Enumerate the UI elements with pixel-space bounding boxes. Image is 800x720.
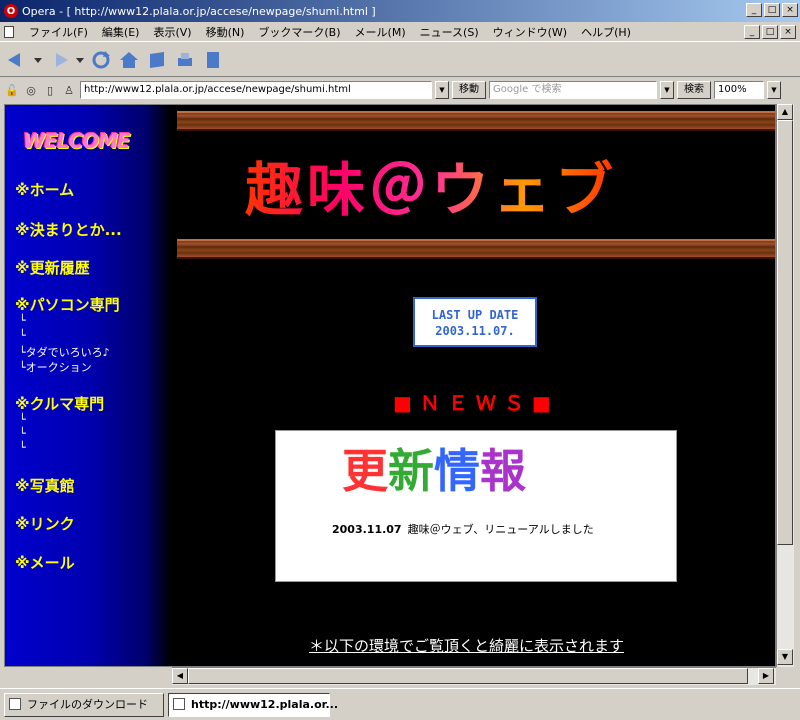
menu-help[interactable]: ヘルプ(H) — [574, 24, 638, 40]
back-icon[interactable] — [6, 49, 28, 71]
menu-window[interactable]: ウィンドウ(W) — [486, 24, 574, 40]
nav-home[interactable]: ※ホーム — [15, 179, 74, 200]
menu-file[interactable]: ファイル(F) — [22, 24, 95, 40]
menu-navigate[interactable]: 移動(N) — [199, 24, 252, 40]
car-subitem[interactable]: └ — [19, 427, 26, 440]
nav-car[interactable]: ※クルマ専門 — [15, 393, 104, 414]
address-dropdown-icon[interactable]: ▼ — [435, 81, 449, 99]
mdi-minimize-button[interactable]: _ — [744, 25, 760, 39]
back-dropdown-icon[interactable] — [34, 49, 42, 71]
car-subitem[interactable]: └ — [19, 413, 26, 426]
welcome-logo: WELCOME — [23, 129, 131, 153]
nav-photos[interactable]: ※写真館 — [15, 475, 75, 496]
news-text: 趣味＠ウェブ、リニューアルしました — [407, 523, 594, 536]
wood-divider-top — [177, 111, 775, 131]
minimize-button[interactable]: _ — [746, 3, 762, 17]
nav-links[interactable]: ※リンク — [15, 513, 75, 534]
wood-divider-bottom — [177, 239, 775, 259]
page-icon — [173, 698, 185, 710]
maximize-button[interactable]: □ — [764, 3, 780, 17]
zoom-dropdown-icon[interactable]: ▼ — [767, 81, 781, 99]
mdi-close-button[interactable]: × — [780, 25, 796, 39]
scroll-up-icon[interactable]: ▲ — [777, 104, 793, 120]
update-info-banner: 更新情報 — [342, 444, 526, 498]
pc-subitem-auction[interactable]: └オークション — [19, 359, 92, 375]
camera-icon[interactable]: ◎ — [23, 82, 39, 98]
site-logo: 趣味＠ウェブ — [245, 143, 617, 227]
document-icon[interactable] — [4, 25, 14, 38]
menu-bookmarks[interactable]: ブックマーク(B) — [251, 24, 347, 40]
window-title: Opera - [ http://www12.plala.or.jp/acces… — [22, 4, 376, 18]
bookmarks-icon[interactable] — [146, 49, 168, 71]
close-button[interactable]: × — [782, 3, 798, 17]
download-icon — [9, 698, 21, 710]
address-bar: 🔓 ◎ ▯ ♙ http://www12.plala.or.jp/accese/… — [0, 78, 800, 102]
tab-downloads[interactable]: ファイルのダウンロード — [4, 693, 164, 717]
menu-view[interactable]: 表示(V) — [146, 24, 198, 40]
menu-edit[interactable]: 編集(E) — [95, 24, 147, 40]
vertical-scroll-thumb[interactable] — [777, 120, 793, 545]
horizontal-scroll-thumb[interactable] — [188, 668, 748, 684]
toolbar — [0, 43, 800, 77]
news-date: 2003.11.07 — [332, 523, 402, 536]
vertical-scrollbar[interactable]: ▲ ▼ — [776, 104, 794, 667]
home-icon[interactable] — [118, 49, 140, 71]
title-bar: O Opera - [ http://www12.plala.or.jp/acc… — [0, 0, 800, 22]
scroll-right-icon[interactable]: ▶ — [758, 668, 774, 684]
last-update-box: LAST UP DATE 2003.11.07. — [413, 297, 537, 347]
nav-mail[interactable]: ※メール — [15, 552, 75, 573]
status-bar: ファイルのダウンロード http://www12.plala.or... — [0, 688, 800, 720]
pc-subitem-free[interactable]: └タダでいろいろ♪ — [19, 344, 110, 360]
menu-news[interactable]: ニュース(S) — [413, 24, 486, 40]
last-update-date: 2003.11.07. — [435, 324, 515, 338]
search-input[interactable]: Google で検索 — [489, 81, 657, 99]
forward-icon[interactable] — [48, 49, 70, 71]
user-icon[interactable]: ♙ — [61, 82, 77, 98]
opera-icon: O — [4, 4, 18, 18]
menu-bar: ファイル(F) 編集(E) 表示(V) 移動(N) ブックマーク(B) メール(… — [0, 22, 800, 42]
news-heading: ■ＮＥＷＳ■ — [393, 391, 559, 415]
zoom-input[interactable]: 100% — [714, 81, 764, 99]
tab-page-label: http://www12.plala.or... — [191, 698, 339, 711]
tab-downloads-label: ファイルのダウンロード — [27, 698, 148, 711]
go-button[interactable]: 移動 — [452, 81, 486, 99]
car-subitem[interactable]: └ — [19, 441, 26, 454]
nav-rules[interactable]: ※決まりとか... — [15, 219, 122, 240]
last-update-label: LAST UP DATE — [431, 308, 519, 322]
security-icon[interactable]: 🔓 — [4, 82, 20, 98]
nav-pc[interactable]: ※パソコン専門 — [15, 294, 120, 315]
forward-dropdown-icon[interactable] — [76, 49, 84, 71]
document-icon[interactable]: ▯ — [42, 82, 58, 98]
environment-link[interactable]: ＊以下の環境でご覧頂くと綺麗に表示されます — [309, 635, 624, 656]
sidebar: WELCOME ※ホーム ※決まりとか... ※更新履歴 ※パソコン専門 └ └… — [5, 105, 171, 666]
scroll-left-icon[interactable]: ◀ — [172, 668, 188, 684]
pc-subitem[interactable]: └ — [19, 314, 26, 327]
search-button[interactable]: 検索 — [677, 81, 711, 99]
reload-icon[interactable] — [90, 49, 112, 71]
search-dropdown-icon[interactable]: ▼ — [660, 81, 674, 99]
pc-subitem[interactable]: └ — [19, 329, 26, 342]
tab-page[interactable]: http://www12.plala.or... — [168, 693, 338, 717]
mdi-restore-button[interactable]: □ — [762, 25, 778, 39]
page-icon[interactable] — [202, 49, 224, 71]
page-viewport: WELCOME ※ホーム ※決まりとか... ※更新履歴 ※パソコン専門 └ └… — [4, 104, 776, 667]
menu-mail[interactable]: メール(M) — [348, 24, 413, 40]
print-icon[interactable] — [174, 49, 196, 71]
news-item: 2003.11.07 趣味＠ウェブ、リニューアルしました — [332, 521, 594, 537]
scroll-down-icon[interactable]: ▼ — [777, 649, 793, 665]
news-box: 更新情報 2003.11.07 趣味＠ウェブ、リニューアルしました — [275, 430, 677, 582]
address-input[interactable]: http://www12.plala.or.jp/accese/newpage/… — [80, 81, 432, 99]
nav-history[interactable]: ※更新履歴 — [15, 257, 90, 278]
horizontal-scrollbar[interactable]: ◀ ▶ — [172, 667, 776, 685]
